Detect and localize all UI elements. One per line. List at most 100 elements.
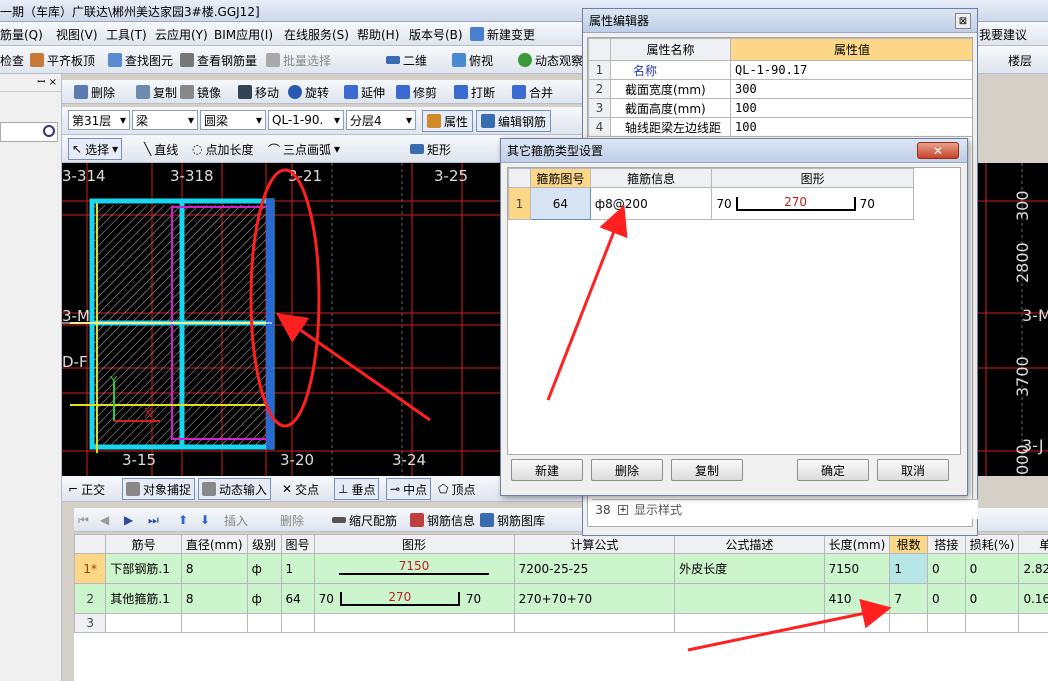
scale-rebar-button[interactable]: 缩尺配筋 (332, 509, 397, 531)
panel-pin-icon[interactable]: ꟷ × (0, 74, 61, 92)
delete-row-button[interactable]: 删除 (280, 509, 304, 531)
empty-cell[interactable] (180, 613, 248, 633)
diameter-cell[interactable]: 8 (180, 553, 248, 584)
empty-cell[interactable] (823, 613, 891, 633)
last-record-button[interactable]: ⏭ (148, 509, 159, 531)
property-row-38[interactable]: 38 + 显示样式 (592, 499, 978, 519)
menu-item-version[interactable]: 版本号(B) (409, 23, 463, 45)
diameter-cell[interactable]: 8 (180, 583, 248, 614)
formula-desc-cell[interactable]: 外皮长度 (674, 553, 825, 584)
empty-cell[interactable] (105, 613, 182, 633)
first-record-button[interactable]: ⏮ (78, 509, 89, 531)
empty-cell[interactable] (964, 613, 1020, 633)
length-cell[interactable]: 7150 (823, 553, 891, 584)
menu-item-view[interactable]: 视图(V) (56, 23, 98, 45)
empty-cell[interactable] (513, 613, 676, 633)
table-row[interactable]: 3 (74, 613, 1048, 633)
shape-cell[interactable]: 7150 (313, 553, 515, 584)
empty-cell[interactable] (1018, 613, 1048, 633)
empty-cell[interactable] (313, 613, 515, 633)
rect-button[interactable]: 矩形 (410, 138, 451, 160)
menu-item-quantity[interactable]: 筋量(Q) (0, 23, 43, 45)
stirrup-shape-cell[interactable]: 70 270 70 (711, 187, 914, 220)
perpendicular-toggle[interactable]: ⊥ 垂点 (334, 478, 380, 500)
check-button[interactable]: 检查 (0, 49, 24, 71)
bar-name-cell[interactable]: 其他箍筋.1 (105, 583, 182, 614)
table-row[interactable]: 2 其他箍筋.1 8 ф 64 70 270 70 270+70+70 410 … (74, 583, 1048, 614)
menu-item-help[interactable]: 帮助(H) (357, 23, 399, 45)
element-select[interactable]: QL-1-90. ▾ (268, 110, 344, 130)
close-icon[interactable]: ✕ (917, 142, 959, 159)
ortho-toggle[interactable]: ⌐ 正交 (68, 478, 105, 500)
empty-cell[interactable] (889, 613, 928, 633)
cad-canvas[interactable]: Y X 3-314 3-318 3-21 3-25 3-M D-F 3-15 3… (62, 163, 502, 476)
new-change-button[interactable]: 新建变更 (470, 23, 535, 45)
table-row[interactable]: 1 64 ф8@200 70 270 70 (508, 187, 914, 220)
formula-desc-cell[interactable] (674, 583, 825, 614)
break-button[interactable]: 打断 (454, 81, 495, 103)
stirrup-dialog-titlebar[interactable]: 其它箍筋类型设置 (501, 139, 967, 163)
empty-cell[interactable] (926, 613, 966, 633)
menu-item-online[interactable]: 在线服务(S) (284, 23, 349, 45)
count-cell[interactable]: 7 (889, 583, 928, 614)
unit-weight-cell[interactable]: 2.824 (1018, 553, 1048, 584)
count-cell[interactable]: 1 (889, 553, 928, 584)
layer-select[interactable]: 分层4 ▾ (346, 110, 416, 130)
empty-cell[interactable] (280, 613, 315, 633)
point-length-button[interactable]: ◌ 点加长度 (192, 138, 254, 160)
close-icon[interactable]: ⊠ (955, 13, 971, 29)
property-value[interactable]: 300 (730, 79, 972, 99)
lap-cell[interactable]: 0 (926, 553, 966, 584)
menu-item-bim[interactable]: BIM应用(I) (214, 23, 273, 45)
copy-button[interactable]: 复制 (671, 459, 743, 481)
menu-item-tools[interactable]: 工具(T) (106, 23, 147, 45)
shape-cell[interactable]: 70 270 70 (313, 583, 515, 614)
batch-select-button[interactable]: 批量选择 (266, 49, 331, 71)
stirrup-code-cell[interactable]: 64 (529, 187, 591, 220)
insert-row-button[interactable]: 插入 (224, 509, 248, 531)
empty-cell[interactable] (674, 613, 825, 633)
merge-button[interactable]: 合并 (512, 81, 553, 103)
rotate-button[interactable]: 旋转 (288, 81, 329, 103)
new-button[interactable]: 新建 (511, 459, 583, 481)
edit-rebar-button[interactable]: 编辑钢筋 (476, 110, 552, 132)
subtype-select[interactable]: 圆梁 ▾ (200, 110, 266, 130)
ok-button[interactable]: 确定 (797, 459, 869, 481)
table-row[interactable]: 1 名称 QL-1-90.17 (588, 60, 972, 80)
rebar-info-button[interactable]: 钢筋信息 (410, 509, 475, 531)
dynamic-input-toggle[interactable]: 动态输入 (198, 478, 272, 500)
attribute-button[interactable]: 属性 (422, 110, 474, 132)
left-search-input[interactable] (0, 122, 58, 142)
view-2d-combo[interactable]: 二维 (386, 49, 427, 71)
flush-slab-button[interactable]: 平齐板顶 (30, 49, 95, 71)
intersect-toggle[interactable]: ✕ 交点 (282, 478, 319, 500)
formula-cell[interactable]: 7200-25-25 (513, 553, 676, 584)
table-row[interactable]: 1* 下部钢筋.1 8 ф 1 7150 7200-25-25 外皮长度 715… (74, 553, 1048, 584)
object-snap-toggle[interactable]: 对象捕捉 (122, 478, 196, 500)
grade-cell[interactable]: ф (246, 553, 282, 584)
move-down-button[interactable]: ⬇ (200, 509, 210, 531)
find-element-button[interactable]: 查找图元 (108, 49, 173, 71)
trim-button[interactable]: 修剪 (396, 81, 437, 103)
property-value[interactable]: 100 (730, 117, 972, 137)
delete-button[interactable]: 删除 (591, 459, 663, 481)
prev-record-button[interactable]: ◀ (100, 509, 109, 531)
table-row[interactable]: 3 截面高度(mm) 100 (588, 98, 972, 118)
next-record-button[interactable]: ▶ (124, 509, 133, 531)
stirrup-info-cell[interactable]: ф8@200 (589, 187, 713, 220)
grade-cell[interactable]: ф (246, 583, 282, 614)
menu-item-cloud[interactable]: 云应用(Y) (155, 23, 208, 45)
loss-cell[interactable]: 0 (964, 553, 1020, 584)
line-button[interactable]: ╲ 直线 (144, 138, 178, 160)
floors-button[interactable]: 楼层 (1008, 49, 1032, 71)
lap-cell[interactable]: 0 (926, 583, 966, 614)
cancel-button[interactable]: 取消 (877, 459, 949, 481)
select-button[interactable]: ↖ 选择 ▾ (68, 138, 123, 160)
rebar-library-button[interactable]: 钢筋图库 (480, 509, 545, 531)
table-row[interactable]: 2 截面宽度(mm) 300 (588, 79, 972, 99)
bar-name-cell[interactable]: 下部钢筋.1 (105, 553, 182, 584)
property-value[interactable]: QL-1-90.17 (730, 60, 972, 80)
unit-weight-cell[interactable]: 0.162 (1018, 583, 1048, 614)
move-up-button[interactable]: ⬆ (178, 509, 188, 531)
property-value[interactable]: 100 (730, 98, 972, 118)
